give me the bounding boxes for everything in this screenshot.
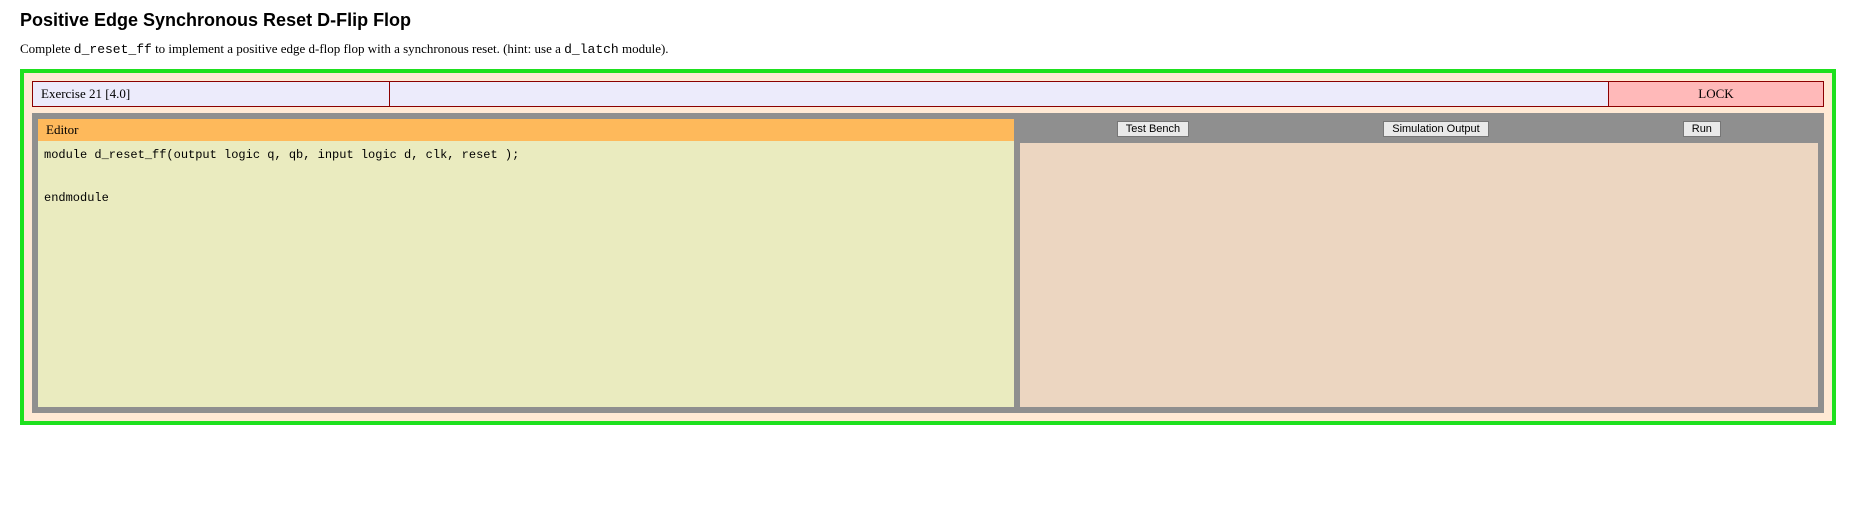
test-bench-button[interactable]: Test Bench (1117, 121, 1189, 137)
page-title: Positive Edge Synchronous Reset D-Flip F… (20, 10, 1836, 31)
right-panel: Test Bench Simulation Output Run (1020, 119, 1818, 407)
instructions-code-hint: d_latch (564, 42, 619, 57)
instructions-text: Complete d_reset_ff to implement a posit… (20, 41, 1836, 57)
exercise-container: Exercise 21 [4.0] LOCK Editor Test Bench… (20, 69, 1836, 425)
editor-header: Editor (38, 119, 1014, 141)
editor-panel: Editor (38, 119, 1014, 407)
instructions-suffix: module). (619, 41, 669, 56)
code-editor[interactable] (38, 141, 1014, 407)
run-button[interactable]: Run (1683, 121, 1721, 137)
exercise-header-row: Exercise 21 [4.0] LOCK (32, 81, 1824, 107)
exercise-spacer (390, 81, 1609, 107)
output-area[interactable] (1020, 143, 1818, 407)
instructions-mid: to implement a positive edge d-flop flop… (152, 41, 564, 56)
simulation-output-button[interactable]: Simulation Output (1383, 121, 1488, 137)
instructions-code-module: d_reset_ff (74, 42, 152, 57)
instructions-prefix: Complete (20, 41, 74, 56)
lock-button[interactable]: LOCK (1609, 81, 1824, 107)
workspace: Editor Test Bench Simulation Output Run (32, 113, 1824, 413)
exercise-label: Exercise 21 [4.0] (32, 81, 390, 107)
button-row: Test Bench Simulation Output Run (1020, 119, 1818, 143)
